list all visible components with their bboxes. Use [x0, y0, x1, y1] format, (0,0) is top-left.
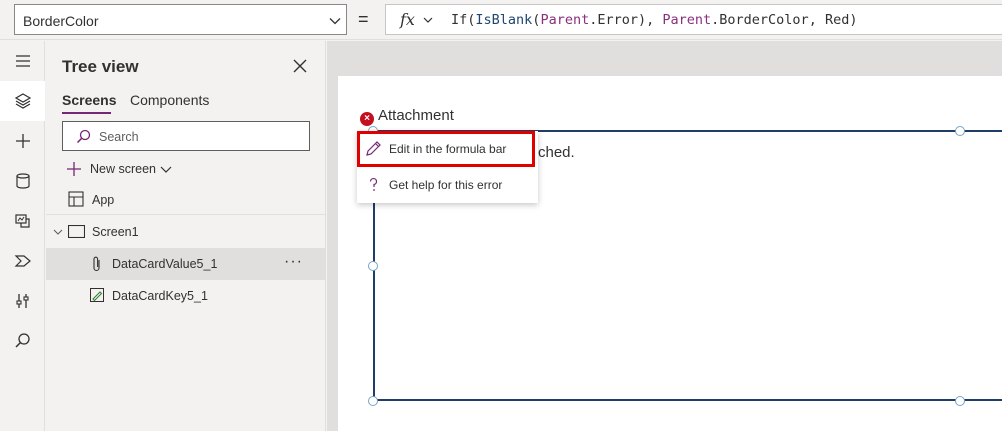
error-context-menu: Edit in the formula bar Get help for thi…: [357, 131, 538, 203]
property-value: BorderColor: [23, 13, 99, 29]
menu-item-label: Edit in the formula bar: [389, 142, 507, 156]
property-dropdown[interactable]: BorderColor: [14, 4, 347, 35]
media-icon: [14, 214, 30, 228]
power-automate-button[interactable]: [0, 241, 45, 281]
tree-item-screen1[interactable]: Screen1: [46, 216, 326, 248]
equals-sign: =: [358, 9, 369, 29]
tree-item-label: DataCardKey5_1: [112, 289, 208, 303]
error-icon[interactable]: ×: [360, 112, 374, 126]
resize-handle[interactable]: [955, 396, 965, 406]
tools-button[interactable]: [0, 281, 45, 321]
power-automate-icon: [14, 255, 31, 267]
left-rail: [0, 41, 45, 431]
resize-handle[interactable]: [955, 126, 965, 136]
pencil-icon: [366, 141, 381, 156]
tab-screens[interactable]: Screens: [62, 92, 116, 108]
more-options-button[interactable]: ···: [284, 253, 303, 271]
attachment-icon: [93, 256, 100, 272]
tree-item-label: App: [92, 193, 115, 207]
close-icon[interactable]: [292, 58, 308, 74]
tree-view-title: Tree view: [62, 57, 139, 76]
chevron-down-icon: [160, 166, 172, 173]
formula-token: .BorderColor, Red): [711, 12, 858, 28]
tree-item-datacardkey5-1[interactable]: DataCardKey5_1: [46, 280, 326, 312]
chevron-down-icon: [329, 18, 341, 25]
new-screen-button[interactable]: New screen: [66, 159, 186, 179]
search-icon: [76, 129, 91, 144]
formula-token: Parent: [662, 12, 712, 28]
resize-handle[interactable]: [368, 396, 378, 406]
menu-item-label: Get help for this error: [389, 178, 503, 192]
app-canvas: × Attachment ched.: [338, 76, 1002, 431]
chevron-down-icon: [53, 229, 63, 235]
chevron-down-icon: [423, 17, 433, 23]
tab-components[interactable]: Components: [130, 92, 209, 108]
fx-icon: fx: [400, 10, 415, 29]
search-placeholder: Search: [99, 130, 139, 144]
tree-item-label: Screen1: [92, 225, 139, 239]
menu-icon: [15, 55, 30, 67]
tree-item-datacardvalue5-1[interactable]: DataCardValue5_1 ···: [46, 248, 326, 280]
formula-token: Parent: [540, 12, 590, 28]
tree-item-label: DataCardValue5_1: [112, 257, 218, 271]
search-button[interactable]: [0, 321, 45, 361]
layers-icon: [14, 93, 31, 109]
tree-view-button[interactable]: [0, 81, 45, 121]
attachment-label[interactable]: Attachment: [378, 107, 454, 124]
divider: [46, 214, 326, 215]
no-file-text: ched.: [538, 144, 575, 161]
active-tab-indicator: [62, 112, 111, 114]
media-button[interactable]: [0, 201, 45, 241]
search-input[interactable]: Search: [62, 121, 310, 151]
tools-icon: [15, 294, 29, 308]
formula-bar: BorderColor = fx If(IsBlank(Parent.Error…: [0, 0, 1002, 40]
insert-button[interactable]: [0, 121, 45, 161]
search-icon: [14, 333, 30, 348]
new-screen-label: New screen: [90, 162, 156, 176]
formula-token: If(: [451, 12, 476, 28]
resize-handle[interactable]: [368, 261, 378, 271]
edit-label-icon: [90, 288, 104, 302]
formula-input[interactable]: If(IsBlank(Parent.Error), Parent.BorderC…: [444, 4, 1002, 35]
formula-token: .Error),: [589, 12, 663, 28]
screen-icon: [68, 225, 85, 238]
edit-in-formula-bar-menu-item[interactable]: Edit in the formula bar: [357, 131, 538, 167]
database-icon: [15, 173, 30, 189]
get-help-menu-item[interactable]: Get help for this error: [357, 167, 538, 203]
add-icon: [67, 162, 81, 176]
fx-button[interactable]: fx: [385, 4, 445, 35]
question-icon: [369, 178, 378, 191]
app-root: BorderColor = fx If(IsBlank(Parent.Error…: [0, 0, 1002, 431]
formula-text: If(IsBlank(Parent.Error), Parent.BorderC…: [451, 12, 857, 28]
canvas-area: × Attachment ched.: [327, 41, 1002, 431]
formula-token: IsBlank: [475, 12, 533, 28]
app-icon: [68, 191, 84, 207]
add-icon: [15, 134, 30, 148]
data-button[interactable]: [0, 161, 45, 201]
menu-button[interactable]: [0, 41, 45, 81]
tree-view-panel: Tree view Screens Components Search New …: [46, 41, 326, 431]
tree-item-app[interactable]: App: [46, 184, 326, 216]
